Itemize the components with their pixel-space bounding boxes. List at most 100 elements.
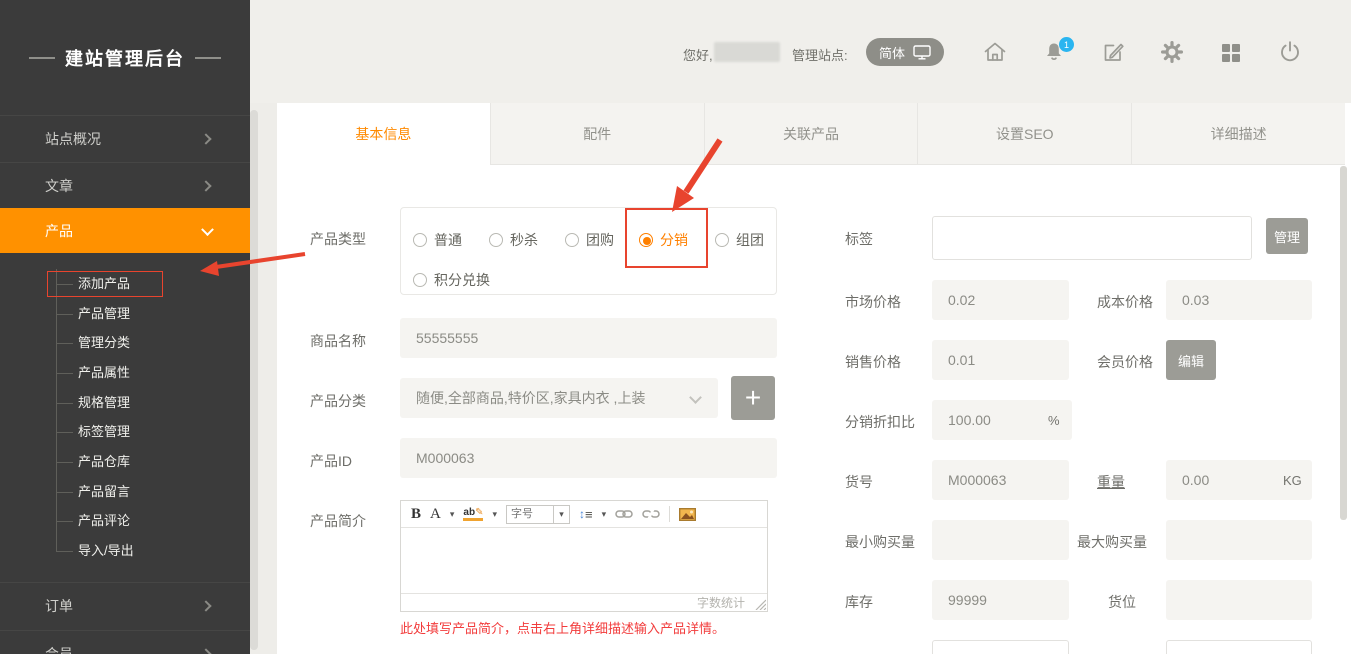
radio-icon[interactable] [715, 233, 729, 247]
cost-price-label: 成本价格 [1097, 292, 1153, 312]
toolbar-divider [669, 506, 670, 522]
line-height-icon[interactable]: ↕ ≡ [579, 507, 593, 522]
insert-image-icon[interactable] [679, 508, 696, 521]
partial-bottom-input-right[interactable] [1166, 640, 1312, 654]
radio-icon-selected[interactable] [639, 233, 653, 247]
radio-option-flash-sale[interactable]: 秒杀 [489, 230, 538, 250]
font-color-icon[interactable]: A [430, 506, 441, 523]
tree-tick [56, 403, 73, 404]
sidebar-item-members[interactable]: 会员 [0, 630, 250, 654]
market-price-input[interactable] [932, 280, 1069, 320]
edit-member-price-button[interactable]: 编辑 [1166, 340, 1216, 380]
font-color-caret-icon[interactable]: ▾ [450, 509, 455, 520]
tags-input[interactable] [932, 216, 1252, 260]
rich-text-editor: B A ▾ ab✎ ▾ ▾ ↕ ≡ ▾ 字数统计 [400, 500, 768, 612]
submenu-item-spec-management[interactable]: 规格管理 [78, 389, 238, 417]
tree-tick [56, 492, 73, 493]
sidebar-item-orders[interactable]: 订单 [0, 582, 250, 629]
submenu-item-import-export[interactable]: 导入/导出 [78, 537, 238, 565]
radio-label: 秒杀 [510, 230, 538, 250]
settings-gear-icon[interactable] [1159, 39, 1185, 65]
tab-related-products[interactable]: 关联产品 [704, 103, 918, 165]
tree-tick [56, 521, 73, 522]
sidebar-item-site-overview[interactable]: 站点概况 [0, 115, 250, 162]
page-scrollbar-thumb[interactable] [1340, 166, 1347, 520]
intro-helper-note: 此处填写产品简介，点击右上角详细描述输入产品详情。 [400, 618, 725, 637]
tab-accessories[interactable]: 配件 [490, 103, 704, 165]
tab-basic-info[interactable]: 基本信息 [277, 103, 490, 165]
stock-input[interactable] [932, 580, 1069, 620]
item-number-input[interactable] [932, 460, 1069, 500]
product-category-label: 产品分类 [310, 391, 366, 411]
edit-compose-icon[interactable] [1100, 39, 1126, 65]
submenu-item-category-management[interactable]: 管理分类 [78, 329, 238, 357]
highlight-icon[interactable]: ab✎ [463, 507, 483, 521]
radio-option-team-buy[interactable]: 组团 [715, 230, 764, 250]
sidebar-item-label: 站点概况 [45, 129, 101, 149]
sidebar-item-articles[interactable]: 文章 [0, 162, 250, 209]
title-dash-left [29, 57, 55, 59]
submenu-item-product-messages[interactable]: 产品留言 [78, 478, 238, 506]
sidebar-item-label: 文章 [45, 176, 73, 196]
product-id-input[interactable] [400, 438, 777, 478]
font-size-caret-button[interactable]: ▾ [553, 506, 569, 523]
submenu-item-add-product[interactable]: 添加产品 [78, 270, 238, 298]
stock-label: 库存 [845, 592, 873, 612]
min-purchase-input[interactable] [932, 520, 1069, 560]
radio-option-normal[interactable]: 普通 [413, 230, 462, 250]
radio-icon[interactable] [413, 273, 427, 287]
sidebar-scrollbar[interactable] [250, 110, 258, 650]
submenu-item-product-warehouse[interactable]: 产品仓库 [78, 448, 238, 476]
product-category-select[interactable] [400, 378, 718, 418]
radio-option-group-buy[interactable]: 团购 [565, 230, 614, 250]
submenu-item-product-management[interactable]: 产品管理 [78, 300, 238, 328]
greeting-text: 您好, [683, 45, 713, 64]
submenu-item-tag-management[interactable]: 标签管理 [78, 418, 238, 446]
tree-tick [56, 373, 73, 374]
radio-icon[interactable] [413, 233, 427, 247]
cost-price-input[interactable] [1166, 280, 1312, 320]
sale-price-input[interactable] [932, 340, 1069, 380]
min-purchase-label: 最小购买量 [845, 532, 915, 552]
editor-status-bar: 字数统计 [401, 593, 767, 612]
product-type-label: 产品类型 [310, 229, 366, 249]
resize-grip-icon[interactable] [755, 599, 766, 610]
highlight-caret-icon[interactable]: ▾ [492, 509, 497, 520]
radio-icon[interactable] [489, 233, 503, 247]
product-type-group: 普通 秒杀 团购 分销 组团 积分兑换 [400, 207, 777, 295]
shelf-location-label: 货位 [1108, 592, 1136, 612]
sidebar-item-products[interactable]: 产品 [0, 208, 250, 253]
radio-icon[interactable] [565, 233, 579, 247]
partial-bottom-input-left[interactable] [932, 640, 1069, 654]
bold-icon[interactable]: B [411, 506, 421, 523]
radio-option-points-exchange[interactable]: 积分兑换 [413, 270, 490, 290]
submenu-item-product-attributes[interactable]: 产品属性 [78, 359, 238, 387]
item-number-label: 货号 [845, 472, 873, 492]
shelf-location-input[interactable] [1166, 580, 1312, 620]
tree-tick [56, 432, 73, 433]
tab-detailed-description[interactable]: 详细描述 [1131, 103, 1345, 165]
max-purchase-label: 最大购买量 [1077, 532, 1147, 552]
tags-label: 标签 [845, 229, 873, 249]
font-size-input[interactable] [507, 506, 553, 523]
manage-tags-button[interactable]: 管理 [1266, 218, 1308, 254]
notification-badge: 1 [1059, 37, 1074, 52]
home-icon[interactable] [982, 39, 1008, 65]
chevron-right-icon [200, 180, 211, 191]
radio-label: 普通 [434, 230, 462, 250]
unlink-icon[interactable] [642, 507, 660, 521]
add-category-button[interactable]: + [731, 376, 775, 420]
product-name-input[interactable] [400, 318, 777, 358]
language-switch-button[interactable]: 简体 [866, 38, 944, 66]
member-price-label: 会员价格 [1097, 352, 1153, 372]
submenu-tree-line [56, 269, 57, 552]
apps-grid-icon[interactable] [1218, 39, 1244, 65]
editor-text-area[interactable] [401, 528, 767, 593]
max-purchase-input[interactable] [1166, 520, 1312, 560]
power-logout-icon[interactable] [1277, 39, 1303, 65]
insert-link-icon[interactable] [615, 508, 633, 520]
tab-seo-settings[interactable]: 设置SEO [917, 103, 1131, 165]
radio-option-distribution[interactable]: 分销 [639, 230, 688, 250]
line-height-caret-icon[interactable]: ▾ [602, 509, 607, 520]
submenu-item-product-reviews[interactable]: 产品评论 [78, 507, 238, 535]
